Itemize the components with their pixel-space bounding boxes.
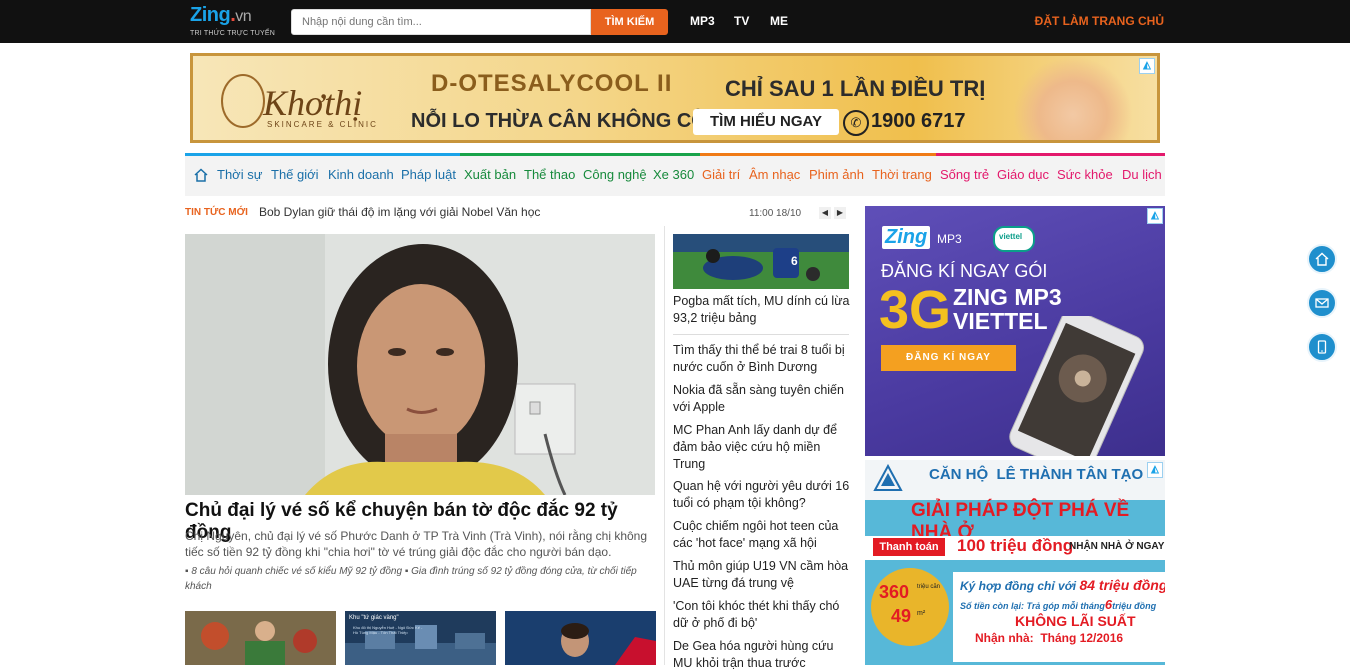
category-am-nhac[interactable]: Âm nhạc	[749, 167, 800, 182]
column-divider	[664, 226, 665, 665]
mail-icon	[1315, 298, 1329, 308]
category-the-thao[interactable]: Thể thao	[524, 167, 575, 182]
ad-mp3-big: 3G	[879, 280, 952, 340]
search-input[interactable]	[291, 9, 591, 35]
category-group-line	[460, 153, 700, 156]
ad-re-line1: Ký hợp đồng chỉ với 84 triệu đồng	[960, 577, 1165, 593]
set-homepage-link[interactable]: ĐẶT LÀM TRANG CHỦ	[1035, 14, 1164, 28]
hero-summary: Chị Nguyên, chủ đại lý vé số Phước Danh …	[185, 529, 648, 559]
category-thoi-su[interactable]: Thời sự	[217, 167, 262, 182]
phone-icon: ✆	[843, 110, 869, 136]
ad-re-title: CĂN HỘ LÊ THÀNH TÂN TẠO	[929, 466, 1144, 483]
viettel-logo: viettel	[993, 226, 1035, 252]
phone-mockup-image	[1009, 316, 1144, 456]
related-link[interactable]: 8 câu hỏi quanh chiếc vé số kiểu Mỹ 92 t…	[191, 566, 402, 577]
ad-re-line3: KHÔNG LÃI SUẤT	[1015, 613, 1136, 629]
thumbnail-caption: Khu "tứ giác vàng"	[349, 615, 399, 621]
category-giao-duc[interactable]: Giáo dục	[997, 167, 1049, 182]
category-phap-luat[interactable]: Pháp luật	[401, 167, 456, 182]
float-home-button[interactable]	[1307, 244, 1337, 274]
logo-tagline: TRI THỨC TRỰC TUYẾN	[190, 30, 275, 37]
thumbnail-image[interactable]: Khu "tứ giác vàng" Khu đô thị Nguyễn Huệ…	[345, 611, 496, 665]
logo-text: Zing	[190, 4, 231, 26]
category-suc-khoe[interactable]: Sức khỏe	[1057, 167, 1113, 182]
side-news-item[interactable]: Pogba mất tích, MU dính cú lừa 93,2 triệ…	[673, 293, 851, 327]
home-icon	[1315, 252, 1329, 266]
ad-zing-logo: Zing	[882, 226, 931, 249]
ad-mp3-line2a: ZING MP3	[953, 284, 1062, 310]
jersey-number: 6	[791, 254, 798, 268]
ad-re-price-badge: 360 triệu căn 49 m²	[871, 568, 949, 646]
developer-logo	[873, 464, 903, 491]
category-cong-nghe[interactable]: Công nghệ	[583, 167, 647, 182]
side-news-item[interactable]: 'Con tôi khóc thét khi thấy chó dữ ở phố…	[673, 598, 851, 632]
category-thoi-trang[interactable]: Thời trang	[872, 167, 932, 182]
category-du-lich[interactable]: Du lịch	[1122, 167, 1162, 182]
side-news-item[interactable]: De Gea hóa người hùng cứu MU khỏi trận t…	[673, 638, 851, 672]
side-news-item[interactable]: Thủ môn giúp U19 VN cầm hòa UAE từng đá …	[673, 558, 851, 592]
top-navigation-bar: Zing.vn TRI THỨC TRỰC TUYẾN TÌM KIẾM MP3…	[0, 0, 1350, 43]
link-tv[interactable]: TV	[734, 14, 749, 28]
ad-cta-button[interactable]: TÌM HIỂU NGAY	[693, 109, 839, 135]
category-group-line	[936, 153, 1165, 156]
link-me[interactable]: ME	[770, 14, 788, 28]
ad-brand: Khơthị	[263, 83, 363, 123]
ad-headline: CHỈ SAU 1 LẦN ĐIỀU TRỊ	[725, 76, 986, 101]
zing-mp3-ad[interactable]: Zing MP3 viettel ĐĂNG KÍ NGAY GÓI 3G ZIN…	[865, 206, 1165, 456]
home-icon[interactable]	[193, 167, 209, 183]
ad-model-figure	[1013, 56, 1133, 140]
category-kinh-doanh[interactable]: Kinh doanh	[328, 167, 394, 182]
category-navigation: Thời sự Thế giới Kinh doanh Pháp luật Xu…	[185, 153, 1165, 196]
ad-brand-sub: SKINCARE & CLINIC	[267, 120, 378, 129]
link-mp3[interactable]: MP3	[690, 14, 715, 28]
top-banner-ad[interactable]: Khơthị SKINCARE & CLINIC D-OTESALYCOOL I…	[190, 53, 1160, 143]
side-news-item[interactable]: Nokia đã sẵn sàng tuyên chiến với Apple	[673, 382, 851, 416]
category-giai-tri[interactable]: Giải trí	[702, 167, 740, 182]
real-estate-ad[interactable]: CĂN HỘ LÊ THÀNH TÂN TẠO GIẢI PHÁP ĐỘT PH…	[865, 460, 1165, 665]
adchoices-icon[interactable]: ◭	[1147, 208, 1163, 224]
thumbnail-image[interactable]	[505, 611, 656, 665]
ticker-next-icon[interactable]: ▶	[834, 207, 846, 219]
ad-phone: 1900 6717	[871, 110, 966, 132]
side-news-item[interactable]: MC Phan Anh lấy danh dự để đảm bảo việc …	[673, 422, 851, 473]
ad-mp3-label: MP3	[937, 232, 962, 246]
category-phim-anh[interactable]: Phim ảnh	[809, 167, 864, 182]
thumbnail-image[interactable]	[185, 611, 336, 665]
brand-emblem	[221, 74, 265, 128]
category-group-line	[700, 153, 936, 156]
hero-image[interactable]	[185, 234, 655, 495]
ad-product: D-OTESALYCOOL II	[431, 70, 673, 97]
ad-re-line4: Nhận nhà: Tháng 12/2016	[975, 631, 1124, 645]
ad-re-line2: Số tiền còn lại: Trả góp mỗi tháng6triệu…	[960, 597, 1157, 612]
float-mobile-button[interactable]	[1307, 332, 1337, 362]
ticker-prev-icon[interactable]: ◀	[819, 207, 831, 219]
ad-slogan: NỖI LO THỪA CÂN KHÔNG CÒN	[411, 110, 722, 132]
related-links: ▪ 8 câu hỏi quanh chiếc vé số kiểu Mỹ 92…	[185, 564, 655, 594]
ad-re-pay-suffix: NHẬN NHÀ Ở NGAY	[1069, 541, 1165, 552]
category-xe-360[interactable]: Xe 360	[653, 167, 694, 182]
category-xuat-ban[interactable]: Xuất bản	[464, 167, 516, 182]
category-group-line	[185, 153, 460, 156]
category-song-tre[interactable]: Sống trẻ	[940, 167, 989, 182]
side-news-item[interactable]: Quan hệ với người yêu dưới 16 tuổi có ph…	[673, 478, 851, 512]
side-news-item[interactable]: Tìm thấy thi thể bé trai 8 tuổi bị nước …	[673, 342, 851, 376]
divider	[673, 334, 849, 335]
ad-re-pay-label: Thanh toán	[873, 538, 945, 556]
adchoices-icon[interactable]: ◭	[1147, 462, 1163, 478]
category-the-gioi[interactable]: Thế giới	[271, 167, 319, 182]
search-button[interactable]: TÌM KIẾM	[591, 9, 668, 35]
side-news-image[interactable]: 6	[673, 234, 849, 289]
ticker-label: TIN TỨC MỚI	[185, 207, 248, 218]
zing-logo[interactable]: Zing.vn TRI THỨC TRỰC TUYẾN	[190, 4, 280, 40]
float-mail-button[interactable]	[1307, 288, 1337, 318]
ticker-headline[interactable]: Bob Dylan giữ thái độ im lặng với giải N…	[259, 205, 540, 219]
mobile-icon	[1317, 340, 1327, 354]
adchoices-icon[interactable]: ◭	[1139, 58, 1155, 74]
ticker-time: 11:00 18/10	[749, 208, 802, 219]
ad-re-pay-amount: 100 triệu đồng	[957, 536, 1074, 555]
side-news-item[interactable]: Cuộc chiếm ngôi hot teen của các 'hot fa…	[673, 518, 851, 552]
thumbnail-caption-detail: Khu đô thị Nguyễn Huệ - Ngô Đức Kế - Hồ …	[353, 625, 423, 635]
